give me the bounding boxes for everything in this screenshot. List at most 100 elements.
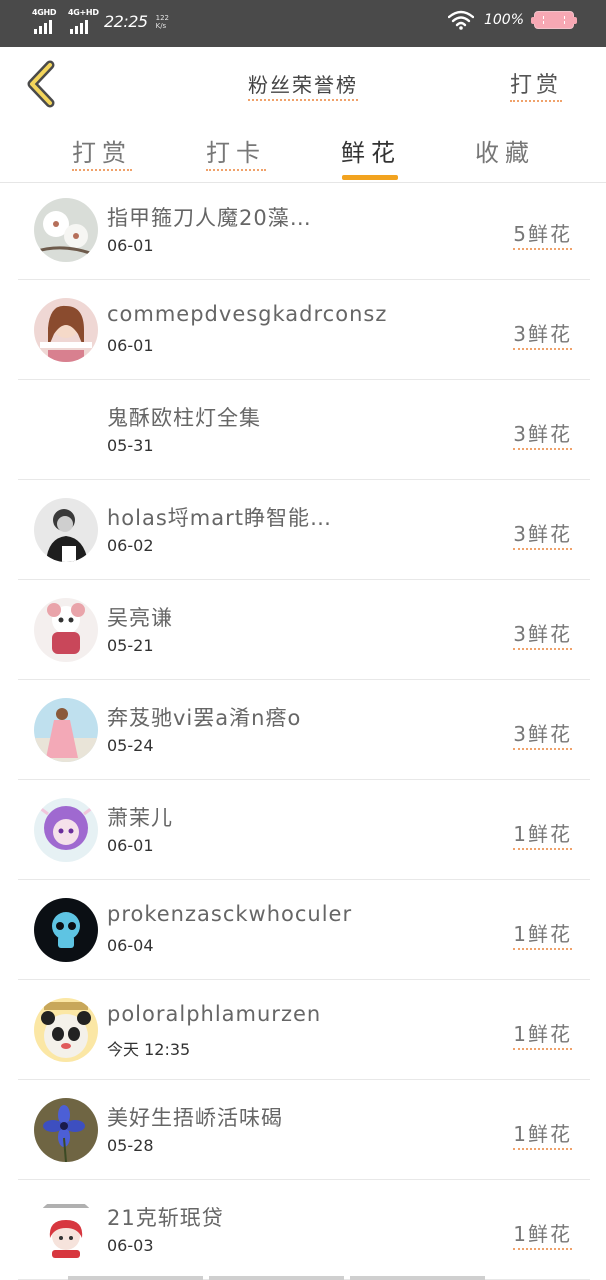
tab-tip[interactable]: 打赏: [52, 133, 152, 171]
status-left: 4GHD 4G+HD 22:25 122 K/s: [32, 8, 169, 36]
avatar-anime-purple[interactable]: [34, 798, 98, 862]
item-date: 06-01: [107, 336, 154, 355]
flower-count-text: 3鲜花: [513, 422, 572, 450]
user-name: prokenzasckwhoculer: [107, 902, 437, 926]
flower-count-text: 1鲜花: [513, 1222, 572, 1250]
user-name: holas埒mart睁智能…: [107, 502, 437, 532]
item-date: 今天 12:35: [107, 1040, 191, 1059]
avatar-skull-dark[interactable]: [34, 898, 98, 962]
avatar-doll[interactable]: [34, 598, 98, 662]
flower-count-text: 1鲜花: [513, 922, 572, 950]
flower-count: 1鲜花: [513, 918, 572, 950]
list-item[interactable]: 萧茉儿 06-01 1鲜花: [18, 780, 590, 880]
tab-checkin[interactable]: 打卡: [186, 133, 286, 171]
flower-count: 3鲜花: [513, 418, 572, 450]
tab-label: 收藏: [475, 139, 535, 167]
list-item[interactable]: commepdvesgkadrconsz 06-01 3鲜花: [18, 280, 590, 380]
status-time: 22:25: [104, 12, 148, 31]
tab-favorites[interactable]: 收藏: [455, 133, 555, 168]
user-name-text: 美好生捂峤活味碣: [107, 1106, 283, 1132]
flower-count: 3鲜花: [513, 618, 572, 650]
tab-bar: 打赏 打卡 鲜花 收藏: [0, 121, 606, 183]
list-item[interactable]: 鬼酥欧柱灯全集 05-31 3鲜花: [18, 380, 590, 480]
tip-button-label: 打赏: [509, 73, 562, 102]
wifi-icon: [447, 10, 474, 30]
signal-icon: 4GHD: [32, 8, 60, 36]
user-name-text: prokenzasckwhoculer: [107, 902, 353, 926]
user-name-text: commepdvesgkadrconsz: [107, 302, 388, 326]
avatar-girl-pink[interactable]: [34, 298, 98, 362]
avatar-girl-beach[interactable]: [34, 698, 98, 762]
item-date: 05-28: [107, 1136, 154, 1155]
flower-count-text: 3鲜花: [513, 522, 572, 550]
user-name-text: 鬼酥欧柱灯全集: [107, 406, 261, 432]
list-item[interactable]: 美好生捂峤活味碣 05-28 1鲜花: [18, 1080, 590, 1180]
user-name: 奔芨驰vi罢a淆n瘩o: [107, 702, 437, 732]
flower-count-text: 1鲜花: [513, 1022, 572, 1050]
flower-count-text: 1鲜花: [513, 1122, 572, 1150]
nav-header: 粉丝荣誉榜 打赏: [0, 47, 606, 121]
bottom-scroll-hint: [0, 1276, 606, 1280]
status-right: 100%: [447, 10, 577, 30]
item-date: 05-24: [107, 736, 154, 755]
tab-label: 打卡: [206, 139, 266, 171]
item-date: 06-02: [107, 536, 154, 555]
flower-count-text: 3鲜花: [513, 722, 572, 750]
user-name: 吴亮谦: [107, 602, 437, 632]
list-item[interactable]: poloralphlamurzen 今天 12:35 1鲜花: [18, 980, 590, 1080]
avatar-person-bw[interactable]: [34, 498, 98, 562]
user-name-text: 指甲箍刀人魔20藻…: [107, 206, 312, 232]
list-item[interactable]: 21克斩珉贷 06-03 1鲜花: [18, 1180, 590, 1280]
avatar-blue-flower[interactable]: [34, 1098, 98, 1162]
flower-count: 3鲜花: [513, 318, 572, 350]
list-item[interactable]: 吴亮谦 05-21 3鲜花: [18, 580, 590, 680]
battery-icon: [531, 11, 577, 29]
network-speed: 122 K/s: [155, 14, 169, 30]
avatar-cartoon-red[interactable]: [34, 1198, 98, 1262]
flower-count-text: 3鲜花: [513, 622, 572, 650]
flower-count: 3鲜花: [513, 718, 572, 750]
tab-label: 打赏: [72, 139, 132, 171]
flower-count-text: 1鲜花: [513, 822, 572, 850]
user-name: commepdvesgkadrconsz: [107, 302, 437, 326]
battery-percent: 100%: [483, 12, 524, 28]
user-name-text: 萧茉儿: [107, 806, 173, 832]
item-date: 05-21: [107, 636, 154, 655]
flower-count: 1鲜花: [513, 818, 572, 850]
avatar-flower-white[interactable]: [34, 198, 98, 262]
avatar-none[interactable]: [34, 398, 98, 462]
user-name: 美好生捂峤活味碣: [107, 1102, 437, 1132]
user-name: 鬼酥欧柱灯全集: [107, 402, 437, 432]
flower-count: 1鲜花: [513, 1018, 572, 1050]
ranking-list: 指甲箍刀人魔20藻… 06-01 5鲜花 commepdvesgkadrcons…: [18, 180, 590, 1280]
network-label-1: 4GHD: [32, 8, 57, 17]
tab-flowers[interactable]: 鲜花: [321, 133, 421, 168]
flower-count: 1鲜花: [513, 1218, 572, 1250]
tab-label: 鲜花: [341, 139, 401, 167]
user-name-text: 21克斩珉贷: [107, 1206, 224, 1232]
flower-count: 3鲜花: [513, 518, 572, 550]
user-name-text: poloralphlamurzen: [107, 1002, 322, 1026]
item-date: 05-31: [107, 436, 154, 455]
status-bar: 4GHD 4G+HD 22:25 122 K/s 100%: [0, 0, 606, 47]
network-label-2: 4G+HD: [68, 8, 99, 17]
user-name-text: 奔芨驰vi罢a淆n瘩o: [107, 706, 302, 732]
user-name: poloralphlamurzen: [107, 1002, 437, 1026]
list-item[interactable]: 指甲箍刀人魔20藻… 06-01 5鲜花: [18, 180, 590, 280]
flower-count-text: 5鲜花: [513, 222, 572, 250]
flower-count-text: 3鲜花: [513, 322, 572, 350]
user-name: 21克斩珉贷: [107, 1202, 437, 1232]
signal-icon-2: 4G+HD: [68, 8, 99, 36]
list-item[interactable]: 奔芨驰vi罢a淆n瘩o 05-24 3鲜花: [18, 680, 590, 780]
page-title-text: 粉丝荣誉榜: [248, 73, 358, 101]
tip-button[interactable]: 打赏: [509, 67, 562, 102]
user-name: 萧茉儿: [107, 802, 437, 832]
list-item[interactable]: prokenzasckwhoculer 06-04 1鲜花: [18, 880, 590, 980]
user-name-text: 吴亮谦: [107, 606, 173, 632]
item-date: 06-01: [107, 236, 154, 255]
list-item[interactable]: holas埒mart睁智能… 06-02 3鲜花: [18, 480, 590, 580]
user-name: 指甲箍刀人魔20藻…: [107, 202, 437, 232]
item-date: 06-03: [107, 1236, 154, 1255]
avatar-panda[interactable]: [34, 998, 98, 1062]
item-date: 06-04: [107, 936, 154, 955]
